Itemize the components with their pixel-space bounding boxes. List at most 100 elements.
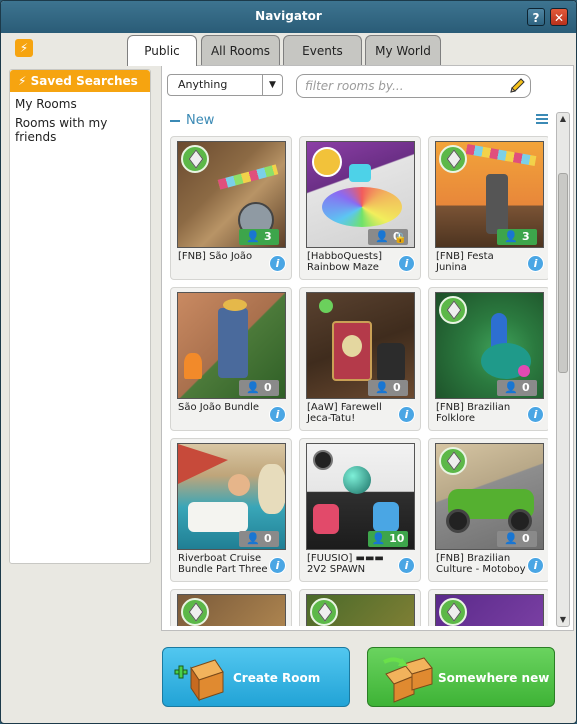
room-card[interactable]: 👤 0 Riverboat Cruise Bundle Part Three i — [170, 438, 292, 582]
saved-searches-header[interactable]: ⚡ Saved Searches — [10, 70, 150, 92]
pencil-icon[interactable] — [508, 77, 526, 95]
info-icon[interactable]: i — [398, 255, 415, 272]
lock-icon: 🔒 — [394, 233, 407, 244]
room-name: São João Bundle — [178, 402, 260, 413]
section-header-new[interactable]: New — [170, 113, 214, 128]
user-icon: 👤 — [504, 532, 519, 545]
filter-type-select[interactable]: Anything ▼ — [167, 74, 283, 96]
room-name: [FNB] Brazilian Culture - Motoboy — [436, 553, 526, 575]
room-thumbnail: 👤 0 — [177, 292, 286, 399]
room-card[interactable]: 👤 3 [FNB] Festa Junina i — [428, 136, 548, 280]
room-thumbnail — [435, 594, 544, 626]
room-name: [AaW] Farewell Jeca-Tatu! — [307, 402, 382, 424]
user-icon: 👤 — [375, 230, 390, 243]
room-card[interactable] — [299, 589, 421, 626]
user-count-badge: 👤 3 — [497, 229, 537, 245]
room-thumbnail: 👤 0 — [177, 443, 286, 550]
close-button[interactable]: ✕ — [550, 8, 568, 26]
scroll-down-icon[interactable]: ▼ — [557, 614, 569, 626]
saved-searches-panel: ⚡ Saved Searches My Rooms Rooms with my … — [9, 69, 151, 564]
user-count: 0 — [263, 381, 272, 394]
sidebar-item-my-rooms[interactable]: My Rooms — [15, 97, 77, 111]
info-icon[interactable]: i — [269, 255, 286, 272]
tab-events[interactable]: Events — [283, 35, 362, 65]
room-card[interactable]: 👤 0 São João Bundle i — [170, 287, 292, 431]
room-card[interactable]: 👤 0 🔒 [HabboQuests] Rainbow Maze i — [299, 136, 421, 280]
chevron-down-icon: ▼ — [262, 75, 282, 95]
room-thumbnail — [177, 594, 286, 626]
user-count: 3 — [263, 230, 272, 243]
room-name: [FNB] Brazilian Folklore — [436, 402, 511, 424]
saved-searches-label: Saved Searches — [30, 74, 138, 88]
room-thumbnail: 👤 3 — [435, 141, 544, 248]
public-room-icon — [181, 145, 209, 173]
navigator-window: Navigator ? ✕ ⚡ Public All Rooms Events … — [0, 0, 577, 724]
user-icon: 👤 — [375, 381, 390, 394]
filter-placeholder: filter rooms by... — [305, 79, 404, 93]
scroll-thumb[interactable] — [558, 173, 568, 373]
create-room-icon — [174, 659, 224, 702]
user-count: 0 — [392, 381, 401, 394]
user-count-badge: 👤 3 — [239, 229, 279, 245]
room-name: [FNB] São João — [178, 251, 253, 262]
public-room-icon — [439, 447, 467, 475]
user-icon: 👤 — [246, 381, 261, 394]
room-thumbnail: 👤 0 — [435, 443, 544, 550]
somewhere-new-button[interactable]: Somewhere new — [367, 647, 555, 707]
window-title: Navigator — [255, 9, 322, 23]
user-icon: 👤 — [246, 230, 261, 243]
room-name: [FUUSIO] ▬▬▬ 2V2 SPAWN — [307, 553, 384, 575]
create-room-button[interactable]: Create Room — [162, 647, 350, 707]
user-icon: 👤 — [504, 230, 519, 243]
user-icon: 👤 — [371, 532, 386, 545]
info-icon[interactable]: i — [398, 406, 415, 423]
list-view-icon[interactable] — [536, 113, 548, 125]
info-icon[interactable]: i — [527, 557, 544, 574]
collapse-icon — [170, 119, 180, 122]
title-bar: Navigator ? ✕ — [1, 1, 576, 33]
room-card[interactable]: 👤 3 [FNB] São João i — [170, 136, 292, 280]
user-count-badge: 👤 0 — [239, 531, 279, 547]
user-count-badge: 👤 0 — [239, 380, 279, 396]
room-card[interactable] — [428, 589, 548, 626]
somewhere-new-label: Somewhere new — [438, 671, 550, 685]
public-room-icon — [439, 145, 467, 173]
lightning-icon: ⚡ — [18, 74, 31, 88]
room-name: [FNB] Festa Junina — [436, 251, 494, 273]
info-icon[interactable]: i — [269, 557, 286, 574]
scroll-up-icon[interactable]: ▲ — [557, 113, 569, 125]
room-thumbnail: 👤 3 — [177, 141, 286, 248]
room-list-panel: Anything ▼ filter rooms by... New 👤 3 [F… — [161, 65, 574, 631]
info-icon[interactable]: i — [398, 557, 415, 574]
info-icon[interactable]: i — [527, 255, 544, 272]
room-card[interactable]: 👤 10 [FUUSIO] ▬▬▬ 2V2 SPAWN i — [299, 438, 421, 582]
room-grid: 👤 3 [FNB] São João i 👤 0 🔒 [HabboQuests]… — [168, 136, 548, 626]
sidebar-item-rooms-with-friends[interactable]: Rooms with my friends — [15, 116, 150, 144]
room-card[interactable]: 👤 0 [AaW] Farewell Jeca-Tatu! i — [299, 287, 421, 431]
room-card[interactable] — [170, 589, 292, 626]
user-icon: 👤 — [504, 381, 519, 394]
user-count: 0 — [521, 381, 530, 394]
user-icon: 👤 — [246, 532, 261, 545]
user-count-badge: 👤 0 — [497, 380, 537, 396]
room-card[interactable]: 👤 0 [FNB] Brazilian Culture - Motoboy i — [428, 438, 548, 582]
filter-rooms-input[interactable]: filter rooms by... — [296, 74, 531, 98]
tab-all-rooms[interactable]: All Rooms — [201, 35, 280, 65]
section-title: New — [186, 113, 215, 128]
room-thumbnail: 👤 0 — [435, 292, 544, 399]
lightning-icon[interactable]: ⚡ — [15, 39, 33, 57]
user-count: 0 — [521, 532, 530, 545]
room-thumbnail: 👤 0 — [306, 292, 415, 399]
public-room-icon — [181, 598, 209, 626]
room-card[interactable]: 👤 0 [FNB] Brazilian Folklore i — [428, 287, 548, 431]
public-room-icon — [439, 598, 467, 626]
public-room-icon — [310, 598, 338, 626]
room-list-scrollbar[interactable]: ▲ ▼ — [556, 112, 570, 627]
tab-my-world[interactable]: My World — [365, 35, 441, 65]
room-name: [HabboQuests] Rainbow Maze — [307, 251, 382, 273]
info-icon[interactable]: i — [527, 406, 544, 423]
tab-public[interactable]: Public — [127, 35, 197, 66]
room-thumbnail: 👤 10 — [306, 443, 415, 550]
help-button[interactable]: ? — [527, 8, 545, 26]
info-icon[interactable]: i — [269, 406, 286, 423]
